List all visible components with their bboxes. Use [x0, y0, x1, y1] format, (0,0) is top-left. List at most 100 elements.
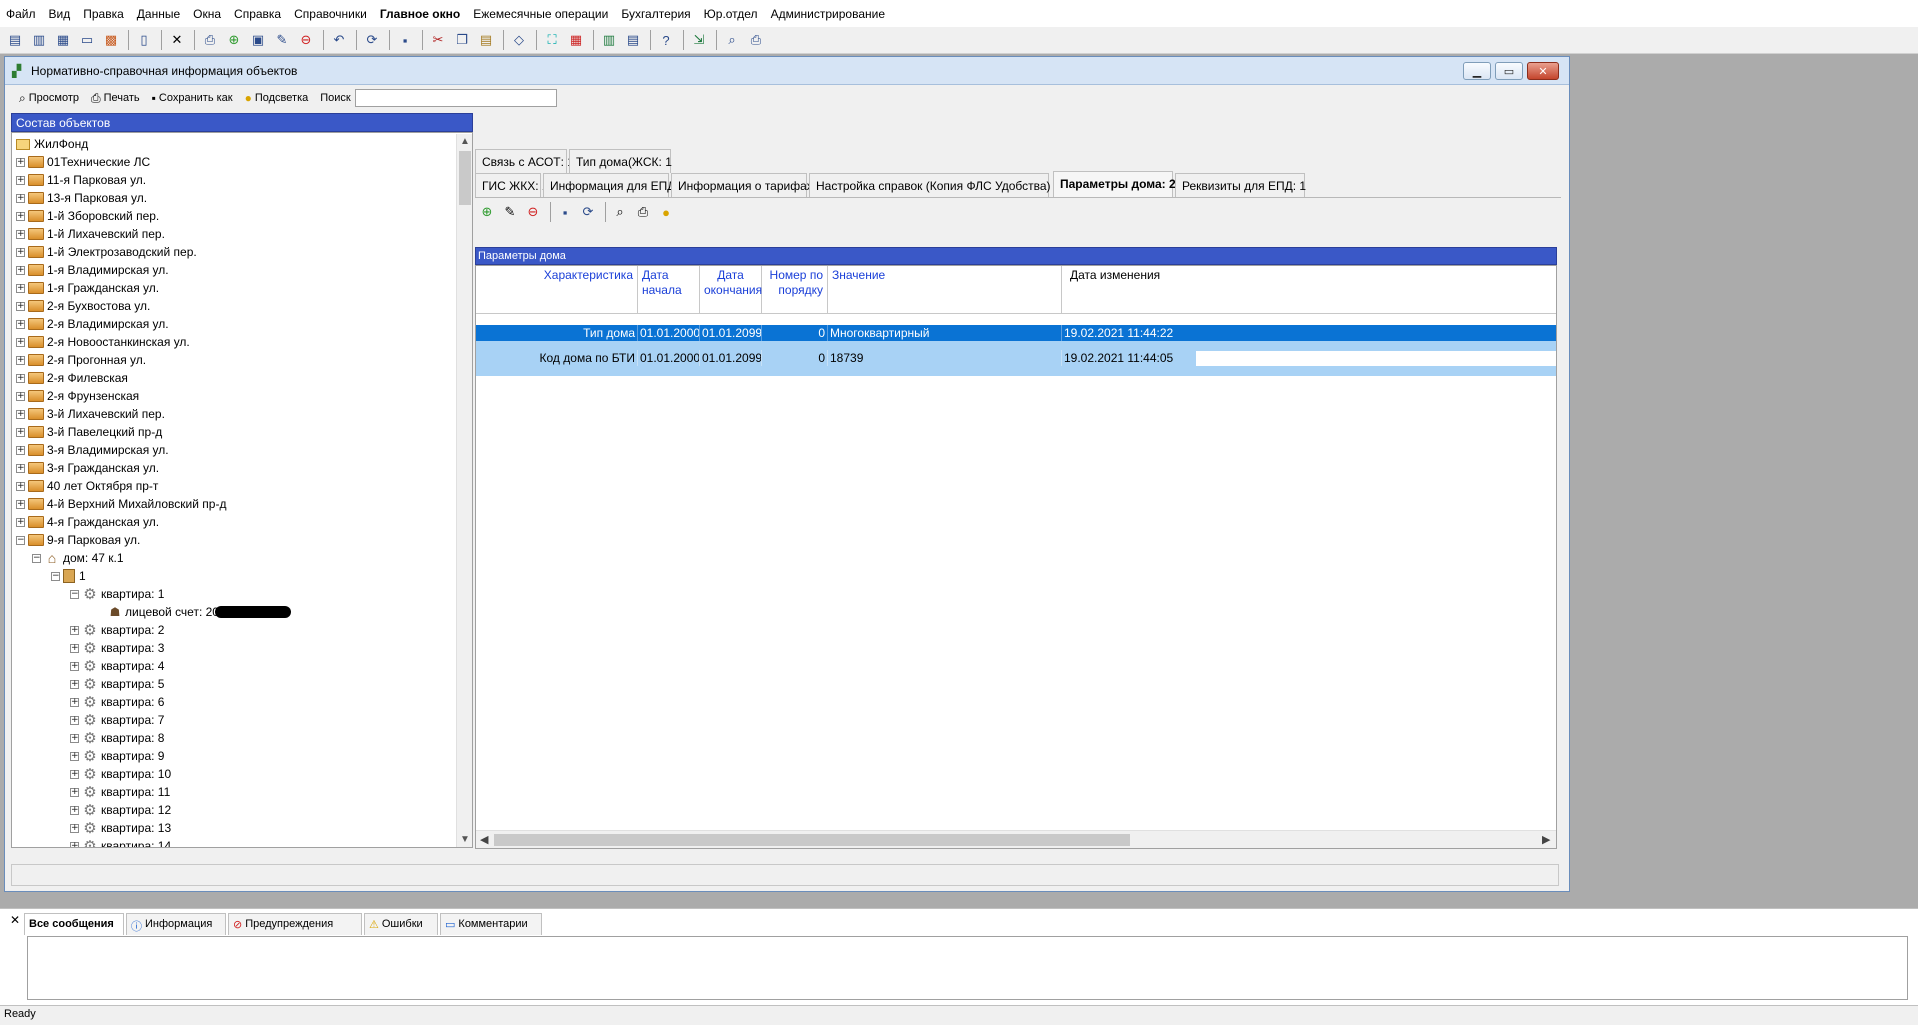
close-icon[interactable]: ✕ [10, 913, 20, 927]
edit-icon[interactable]: ✎ [500, 202, 520, 222]
tree-apartment[interactable]: + ⚙ квартира: 10 [70, 765, 171, 783]
expand-icon[interactable]: + [16, 391, 25, 401]
tree-street[interactable]: +4-я Гражданская ул. [16, 513, 159, 531]
tree-street[interactable]: +1-й Зборовский пер. [16, 207, 159, 225]
tab-errors[interactable]: ⚠ Ошибки [364, 913, 438, 935]
minimize-button[interactable]: ▁ [1463, 62, 1491, 80]
column-header-value[interactable]: Значение [828, 266, 1062, 313]
save-icon[interactable]: ▪ [555, 202, 575, 222]
excel-icon[interactable]: ▥ [598, 29, 620, 51]
column-header-end-date[interactable]: Дата окончания [700, 266, 762, 313]
highlight-button[interactable]: ● Подсветка [245, 91, 309, 105]
save-icon[interactable]: ▪ [394, 29, 416, 51]
tree-street[interactable]: +2-я Филевская [16, 369, 128, 387]
expand-icon[interactable]: + [16, 373, 25, 383]
tree-street[interactable]: +2-я Новоостанкинская ул. [16, 333, 190, 351]
tile-horizontal-icon[interactable]: ▦ [52, 29, 74, 51]
tree-street[interactable]: +1-я Гражданская ул. [16, 279, 159, 297]
collapse-icon[interactable]: − [70, 589, 79, 599]
menu-edit[interactable]: Правка [83, 7, 124, 21]
copy-icon[interactable]: ❐ [451, 29, 473, 51]
eraser-icon[interactable]: ◇ [508, 29, 530, 51]
paste-icon[interactable]: ▤ [475, 29, 497, 51]
expand-icon[interactable]: + [16, 193, 25, 203]
expand-icon[interactable]: + [70, 841, 79, 847]
tree-street[interactable]: +13-я Парковая ул. [16, 189, 147, 207]
edit-icon[interactable]: ✎ [271, 29, 293, 51]
tree-street[interactable]: +3-й Лихачевский пер. [16, 405, 165, 423]
collapse-icon[interactable]: − [16, 535, 25, 545]
object-tree[interactable]: ЖилФонд ▲ ▼ +01Технические ЛС +11-я Парко… [11, 132, 473, 848]
tab-comments[interactable]: ▭ Комментарии [440, 913, 542, 935]
tree-street[interactable]: +2-я Фрунзенская [16, 387, 139, 405]
grid-horizontal-scrollbar[interactable]: ◀ ▶ [476, 830, 1556, 848]
cut-icon[interactable]: ✂ [427, 29, 449, 51]
tree-apartment[interactable]: + ⚙ квартира: 13 [70, 819, 171, 837]
tree-vertical-scrollbar[interactable]: ▲ ▼ [456, 134, 472, 847]
expand-icon[interactable]: + [70, 661, 79, 671]
tab-epd-info[interactable]: Информация для ЕПД [543, 173, 675, 197]
expand-icon[interactable]: + [70, 697, 79, 707]
tab-epd-requisites[interactable]: Реквизиты для ЕПД: 1 [1175, 173, 1306, 197]
tree-street[interactable]: +1-й Электрозаводский пер. [16, 243, 197, 261]
folder-tree-icon[interactable]: ▣ [247, 29, 269, 51]
tab-information[interactable]: ⓘ Информация [126, 913, 226, 935]
tab-asot-link[interactable]: Связь с АСОТ: 1 [475, 149, 574, 173]
view-button[interactable]: ⌕ Просмотр [19, 91, 79, 106]
tab-gis-zhkh[interactable]: ГИС ЖКХ: 1 [475, 173, 549, 197]
expand-icon[interactable]: + [70, 751, 79, 761]
close-button[interactable]: ✕ [1527, 62, 1559, 80]
expand-icon[interactable]: + [70, 625, 79, 635]
refresh-icon[interactable]: ⟳ [361, 29, 383, 51]
grid-icon[interactable]: ▤ [622, 29, 644, 51]
refresh-icon[interactable]: ⟳ [578, 202, 598, 222]
parameters-grid[interactable]: Характеристика Дата начала Дата окончани… [475, 265, 1557, 849]
tree-street[interactable]: +3-я Гражданская ул. [16, 459, 159, 477]
tree-apartment[interactable]: + ⚙ квартира: 12 [70, 801, 171, 819]
tree-apartment[interactable]: + ⚙ квартира: 8 [70, 729, 164, 747]
grid-color-icon[interactable]: ▩ [100, 29, 122, 51]
tree-entrance[interactable]: −1 [51, 567, 86, 585]
collapse-icon[interactable]: − [51, 571, 60, 581]
tile-vertical-icon[interactable]: ▥ [28, 29, 50, 51]
cascade-icon[interactable]: ▤ [4, 29, 26, 51]
menu-monthly-operations[interactable]: Ежемесячные операции [473, 7, 608, 21]
menu-file[interactable]: Файл [6, 7, 36, 21]
tree-apartment[interactable]: + ⚙ квартира: 11 [70, 783, 170, 801]
tree-street[interactable]: +3-я Владимирская ул. [16, 441, 169, 459]
expand-icon[interactable]: + [16, 481, 25, 491]
tree-apartment[interactable]: + ⚙ квартира: 4 [70, 657, 164, 675]
export-icon[interactable]: ⇲ [688, 29, 710, 51]
search-input[interactable] [354, 89, 557, 107]
expand-icon[interactable]: + [16, 319, 25, 329]
menu-windows[interactable]: Окна [193, 7, 221, 21]
tab-house-parameters[interactable]: Параметры дома: 2 [1053, 171, 1176, 197]
expand-icon[interactable]: + [16, 427, 25, 437]
menu-legal[interactable]: Юр.отдел [704, 7, 758, 21]
tree-street[interactable]: +2-я Прогонная ул. [16, 351, 146, 369]
tab-all-messages[interactable]: Все сообщения [24, 913, 124, 935]
print-button[interactable]: ⎙ Печать [91, 91, 140, 106]
column-header-start-date[interactable]: Дата начала [638, 266, 700, 313]
print-icon[interactable]: ⎙ [745, 29, 767, 51]
tree-apartment[interactable]: + ⚙ квартира: 5 [70, 675, 164, 693]
tree-account[interactable]: ☗ лицевой счет: 20 [108, 603, 291, 621]
menu-accounting[interactable]: Бухгалтерия [621, 7, 690, 21]
table-row[interactable]: Код дома по БТИ 01.01.2000 01.01.2099 0 … [476, 350, 1556, 376]
menu-administration[interactable]: Администрирование [771, 7, 885, 21]
tree-street[interactable]: +1-я Владимирская ул. [16, 261, 169, 279]
save-as-button[interactable]: ▪ Сохранить как [152, 91, 233, 105]
tree-street[interactable]: +1-й Лихачевский пер. [16, 225, 165, 243]
expand-icon[interactable]: + [16, 229, 25, 239]
undo-icon[interactable]: ↶ [328, 29, 350, 51]
menu-view[interactable]: Вид [49, 7, 71, 21]
expand-icon[interactable]: + [16, 175, 25, 185]
expand-icon[interactable]: + [16, 499, 25, 509]
tree-street[interactable]: +2-я Владимирская ул. [16, 315, 169, 333]
tab-tariff-info[interactable]: Информация о тарифах [671, 173, 813, 197]
tree-street[interactable]: +01Технические ЛС [16, 153, 150, 171]
expand-icon[interactable]: ⛶ [541, 29, 563, 51]
expand-icon[interactable]: + [16, 337, 25, 347]
expand-icon[interactable]: + [16, 247, 25, 257]
calendar-icon[interactable]: ▦ [565, 29, 587, 51]
